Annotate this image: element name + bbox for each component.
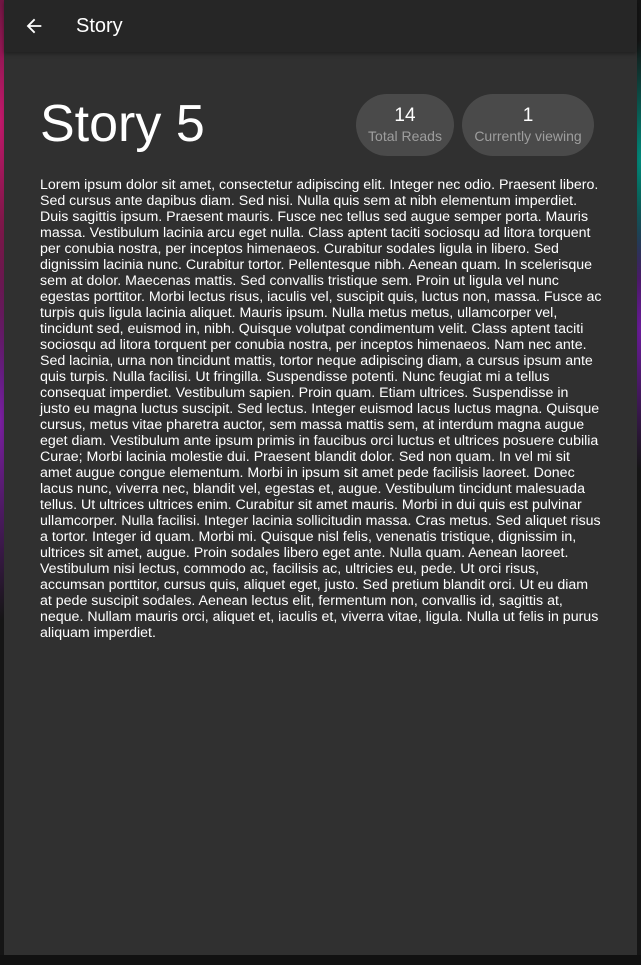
- currently-viewing-value: 1: [522, 105, 534, 126]
- story-header: Story 5 14 Total Reads 1 Currently viewi…: [40, 92, 600, 158]
- story-page: Story Story 5 14 Total Reads 1 Currently…: [4, 0, 637, 955]
- story-title: Story 5: [40, 95, 205, 153]
- total-reads-label: Total Reads: [368, 128, 442, 144]
- bottom-edge: [0, 955, 641, 965]
- story-body: Lorem ipsum dolor sit amet, consectetur …: [40, 177, 602, 641]
- total-reads-chip: 14 Total Reads: [356, 94, 454, 156]
- app-bar: Story: [4, 0, 637, 52]
- app-bar-title: Story: [76, 14, 123, 37]
- currently-viewing-label: Currently viewing: [474, 128, 582, 144]
- arrow-left-icon: [26, 18, 42, 34]
- total-reads-value: 14: [394, 105, 416, 126]
- currently-viewing-chip: 1 Currently viewing: [462, 94, 594, 156]
- back-button[interactable]: [6, 0, 62, 52]
